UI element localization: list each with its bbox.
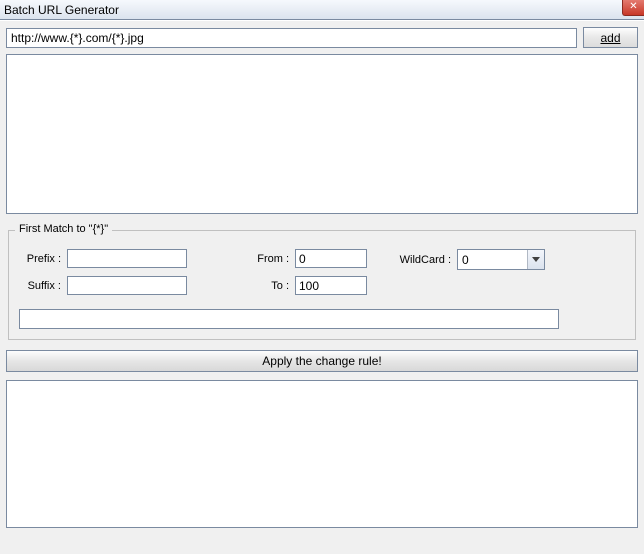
fields-row: Prefix : Suffix : From : To : WildCard :… [19,249,625,295]
suffix-label: Suffix : [19,280,63,292]
wildcard-combobox[interactable]: 0 [457,249,545,270]
add-button[interactable]: add [583,27,638,48]
window-title: Batch URL Generator [4,3,119,17]
prefix-input[interactable] [67,249,187,268]
output-list-box[interactable] [6,380,638,528]
prefix-label: Prefix : [19,253,63,265]
to-label: To : [247,280,291,292]
first-match-group: First Match to "{*}" Prefix : Suffix : F… [8,230,636,340]
suffix-input[interactable] [67,276,187,295]
close-icon: ✕ [629,1,637,12]
from-label: From : [247,253,291,265]
rule-preview-input[interactable] [19,309,559,329]
url-list-box[interactable] [6,54,638,214]
prefix-suffix-column: Prefix : Suffix : [19,249,187,295]
url-row: add [6,27,638,48]
apply-rule-button[interactable]: Apply the change rule! [6,350,638,372]
wildcard-label: WildCard : [391,254,453,266]
from-to-column: From : To : [247,249,367,295]
chevron-down-icon [527,250,544,269]
group-legend: First Match to "{*}" [15,223,112,235]
wildcard-column: WildCard : 0 [391,249,547,270]
url-pattern-input[interactable] [6,28,577,48]
title-bar: Batch URL Generator ✕ [0,0,644,20]
window-content: add First Match to "{*}" Prefix : Suffix… [0,20,644,554]
wildcard-value: 0 [458,253,527,267]
close-button[interactable]: ✕ [622,0,644,16]
to-input[interactable] [295,276,367,295]
from-input[interactable] [295,249,367,268]
